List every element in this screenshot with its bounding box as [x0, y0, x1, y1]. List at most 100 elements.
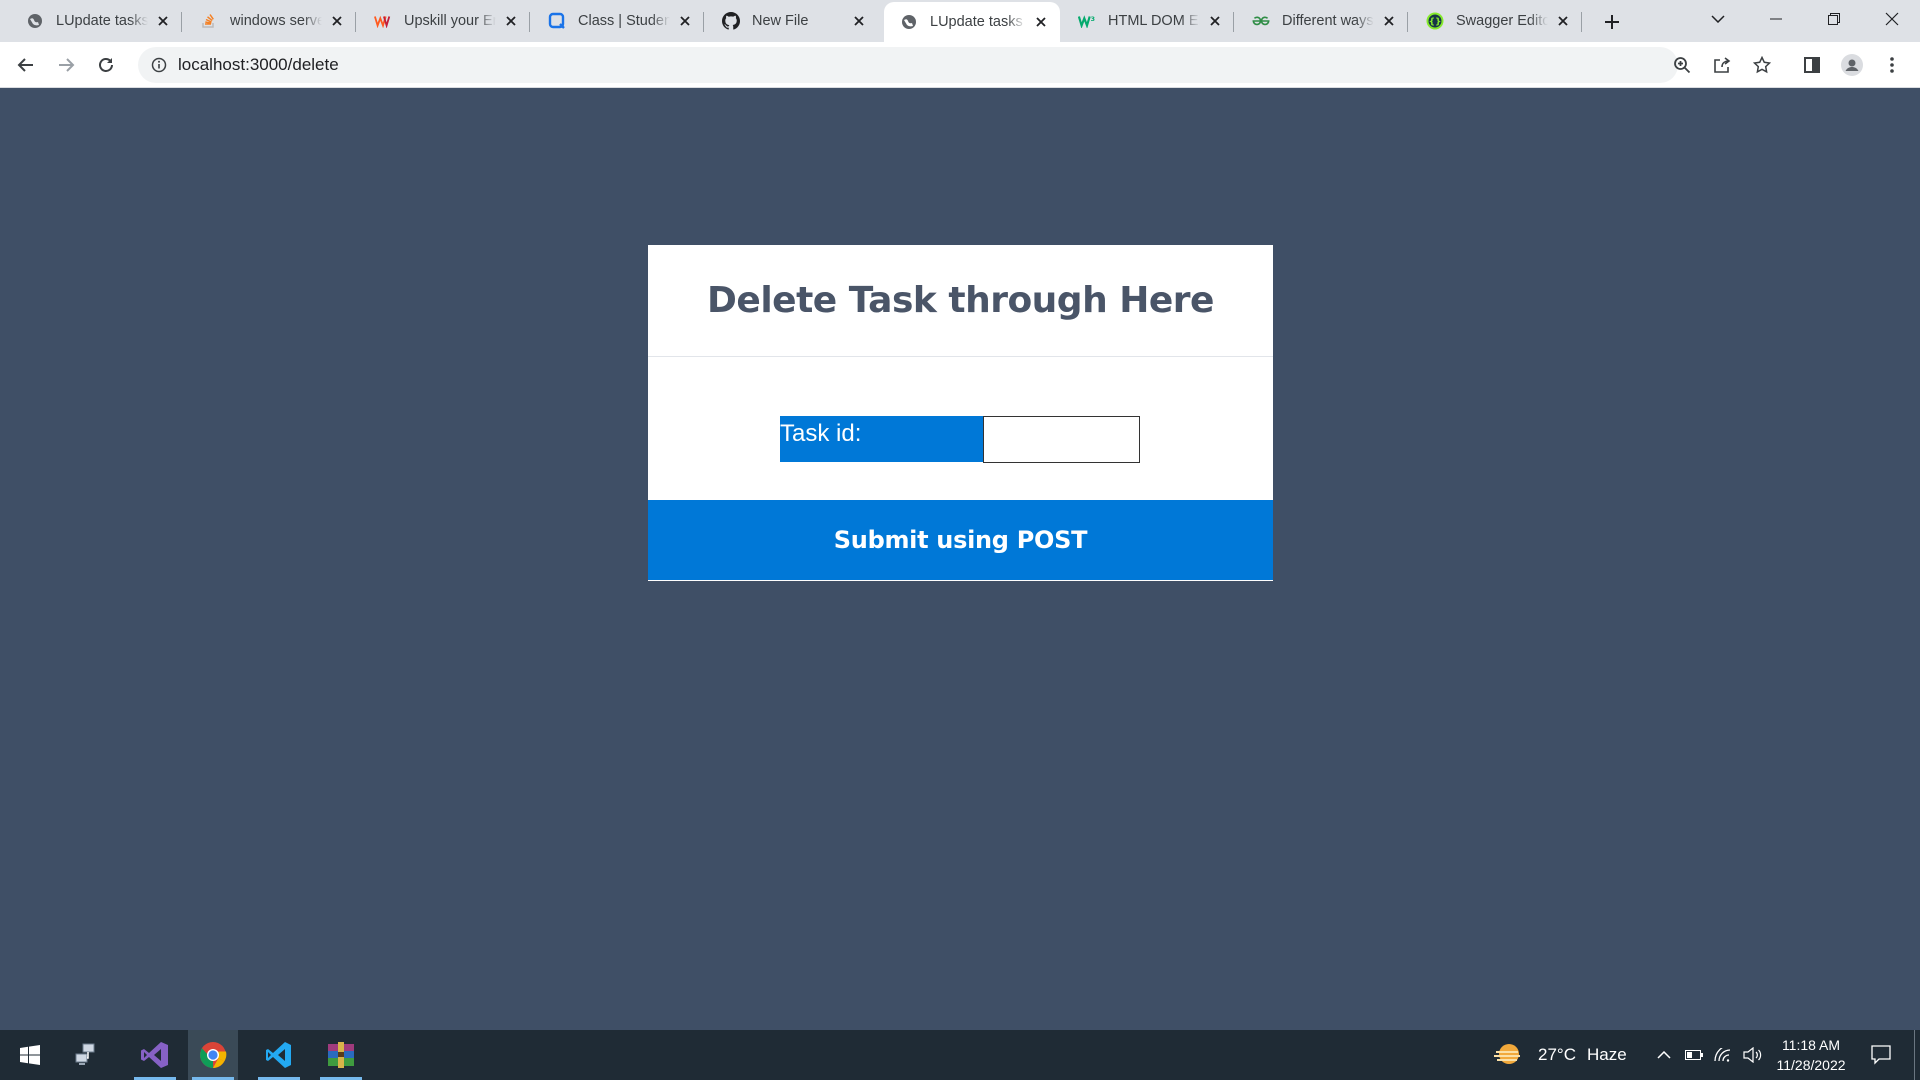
- start-button[interactable]: [5, 1030, 55, 1080]
- more-vertical-icon: [1890, 57, 1894, 73]
- reload-button[interactable]: [90, 49, 122, 81]
- close-tab-icon[interactable]: [1206, 12, 1224, 30]
- chevron-down-icon: [1711, 15, 1725, 23]
- clock[interactable]: 11:18 AM 11/28/2022: [1768, 1035, 1854, 1075]
- submit-button[interactable]: Submit using POST: [648, 500, 1273, 580]
- taskbar-vscode[interactable]: [254, 1030, 304, 1080]
- close-tab-icon[interactable]: [1032, 13, 1050, 31]
- close-tab-icon[interactable]: [502, 12, 520, 30]
- address-bar[interactable]: localhost:3000/delete: [138, 47, 1678, 83]
- notifications-button[interactable]: [1856, 1030, 1906, 1080]
- star-icon: [1753, 56, 1771, 74]
- task-id-input[interactable]: [983, 416, 1140, 463]
- close-icon: [1885, 12, 1899, 26]
- tab-0[interactable]: LUpdate tasks: [10, 0, 182, 42]
- chevron-up-icon: [1657, 1051, 1671, 1059]
- menu-button[interactable]: [1876, 49, 1908, 81]
- close-tab-icon[interactable]: [154, 12, 172, 30]
- tab-6[interactable]: 3 HTML DOM El: [1062, 0, 1234, 42]
- globe-icon: [26, 12, 44, 30]
- geeksforgeeks-icon: [1252, 12, 1270, 30]
- speaker-icon: [1743, 1047, 1762, 1063]
- share-icon: [1714, 57, 1731, 73]
- tab-7[interactable]: Different ways: [1236, 0, 1408, 42]
- tab-2[interactable]: Upskill your Er: [358, 0, 530, 42]
- restore-icon: [1828, 13, 1840, 25]
- side-panel-icon: [1804, 57, 1820, 73]
- tab-4[interactable]: New File: [706, 0, 878, 42]
- tab-separator: [703, 12, 704, 32]
- tab-title: windows serve: [230, 13, 322, 29]
- volume-button[interactable]: [1741, 1030, 1765, 1080]
- battery-icon: [1685, 1050, 1703, 1060]
- weather-widget[interactable]: [1488, 1030, 1528, 1080]
- svg-text:{}: {}: [1429, 18, 1442, 28]
- avatar-icon: [1841, 54, 1863, 76]
- taskbar-winrar[interactable]: [316, 1030, 366, 1080]
- weather-temperature: 27°C: [1538, 1045, 1576, 1064]
- clock-date: 11/28/2022: [1776, 1057, 1846, 1073]
- page-title: Delete Task through Here: [707, 280, 1214, 321]
- close-tab-icon[interactable]: [1554, 12, 1572, 30]
- profile-button[interactable]: [1836, 49, 1868, 81]
- tab-title: LUpdate tasks: [56, 13, 148, 29]
- page-viewport: Delete Task through Here Task id: Submit…: [0, 88, 1920, 1030]
- battery-button[interactable]: [1682, 1030, 1706, 1080]
- tab-5[interactable]: LUpdate tasks: [884, 2, 1060, 42]
- taskbar-visual-studio[interactable]: [130, 1030, 180, 1080]
- zoom-in-icon: [1674, 57, 1691, 74]
- winrar-icon: [328, 1042, 354, 1068]
- globe-icon: [900, 13, 918, 31]
- svg-text:3: 3: [1091, 16, 1095, 23]
- close-window-button[interactable]: [1864, 0, 1920, 38]
- side-panel-button[interactable]: [1796, 49, 1828, 81]
- tab-title: LUpdate tasks: [930, 14, 1023, 30]
- weather-condition: Haze: [1587, 1045, 1627, 1064]
- arrow-left-icon: [17, 58, 33, 72]
- new-tab-button[interactable]: [1598, 8, 1626, 36]
- url-text: localhost:3000/delete: [178, 55, 339, 74]
- tab-search-button[interactable]: [1690, 0, 1746, 38]
- tab-title: Swagger Editor: [1456, 13, 1548, 29]
- close-tab-icon[interactable]: [328, 12, 346, 30]
- tab-separator: [1581, 12, 1582, 32]
- tab-title: Class | Student: [578, 13, 670, 29]
- upskill-logo-icon: [374, 12, 392, 30]
- classroom-icon: [548, 12, 566, 30]
- wifi-button[interactable]: [1711, 1030, 1735, 1080]
- share-button[interactable]: [1706, 49, 1738, 81]
- tab-title: Different ways: [1282, 13, 1374, 29]
- close-tab-icon[interactable]: [1380, 12, 1398, 30]
- tab-title: New File: [752, 13, 809, 29]
- restore-button[interactable]: [1806, 0, 1862, 38]
- tab-8[interactable]: {} Swagger Editor: [1410, 0, 1582, 42]
- swagger-icon: {}: [1426, 12, 1444, 30]
- action-center-icon: [1871, 1045, 1891, 1065]
- network-computers-icon: [75, 1043, 95, 1065]
- tab-1[interactable]: windows serve: [184, 0, 356, 42]
- taskbar-chrome[interactable]: [188, 1030, 238, 1080]
- tab-3[interactable]: Class | Student: [532, 0, 704, 42]
- w3schools-icon: 3: [1078, 12, 1096, 30]
- minimize-icon: [1770, 18, 1782, 20]
- tab-separator: [181, 12, 182, 32]
- close-tab-icon[interactable]: [850, 12, 868, 30]
- info-icon[interactable]: [150, 56, 168, 74]
- forward-button[interactable]: [50, 49, 82, 81]
- windows-logo-icon: [20, 1045, 40, 1065]
- tab-separator: [1233, 12, 1234, 32]
- back-button[interactable]: [10, 49, 42, 81]
- tab-title: HTML DOM El: [1108, 13, 1200, 29]
- tab-strip: LUpdate tasks windows serve Upskill your…: [0, 0, 1920, 42]
- taskbar-network-app[interactable]: [62, 1030, 112, 1080]
- visual-studio-icon: [141, 1042, 168, 1068]
- show-hidden-icons-button[interactable]: [1652, 1030, 1676, 1080]
- minimize-button[interactable]: [1748, 0, 1804, 38]
- delete-task-form: Delete Task through Here Task id: Submit…: [648, 245, 1273, 581]
- bookmark-button[interactable]: [1746, 49, 1778, 81]
- zoom-button[interactable]: [1666, 49, 1698, 81]
- show-desktop-button[interactable]: [1914, 1030, 1915, 1080]
- close-tab-icon[interactable]: [676, 12, 694, 30]
- tab-separator: [355, 12, 356, 32]
- vscode-icon: [266, 1042, 291, 1068]
